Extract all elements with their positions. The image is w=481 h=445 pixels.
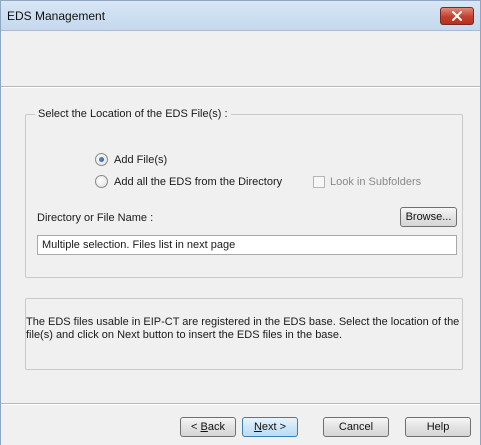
help-button[interactable]: Help (405, 417, 471, 437)
eds-management-dialog: EDS Management Select the Location of th… (0, 0, 481, 445)
look-in-subfolders-label: Look in Subfolders (330, 176, 422, 188)
radio-add-files[interactable]: Add File(s) (95, 153, 167, 166)
next-button-rest: ext > (261, 421, 287, 433)
radio-add-files-label: Add File(s) (114, 153, 168, 166)
back-button[interactable]: < Back (180, 417, 236, 437)
radio-add-directory-indicator[interactable] (95, 175, 108, 188)
look-in-subfolders-box[interactable] (313, 176, 325, 188)
title-bar: EDS Management (1, 1, 480, 31)
back-button-mnemonic: B (200, 421, 208, 433)
back-button-prefix: < (191, 421, 201, 433)
back-button-rest: ack (207, 421, 225, 433)
radio-add-files-indicator[interactable] (95, 153, 108, 166)
close-button[interactable] (440, 7, 474, 25)
cancel-button[interactable]: Cancel (323, 417, 389, 437)
info-box: The EDS files usable in EIP-CT are regis… (25, 298, 463, 370)
radio-add-directory[interactable]: Add all the EDS from the Directory (95, 175, 282, 188)
look-in-subfolders-checkbox[interactable]: Look in Subfolders (313, 176, 421, 188)
location-group-legend: Select the Location of the EDS File(s) : (35, 108, 231, 120)
location-groupbox: Select the Location of the EDS File(s) :… (25, 108, 463, 278)
footer-band: < Back Next > Cancel Help (1, 403, 480, 445)
directory-input[interactable]: Multiple selection. Files list in next p… (37, 235, 457, 255)
radio-add-directory-label: Add all the EDS from the Directory (114, 175, 283, 188)
directory-label: Directory or File Name : (37, 212, 154, 224)
browse-button[interactable]: Browse... (400, 207, 457, 227)
info-text: The EDS files usable in EIP-CT are regis… (26, 316, 460, 341)
header-band (1, 32, 480, 88)
next-button-mnemonic: N (253, 421, 262, 433)
close-icon (452, 11, 462, 21)
window-title: EDS Management (7, 9, 106, 23)
next-button[interactable]: Next > (242, 417, 298, 437)
